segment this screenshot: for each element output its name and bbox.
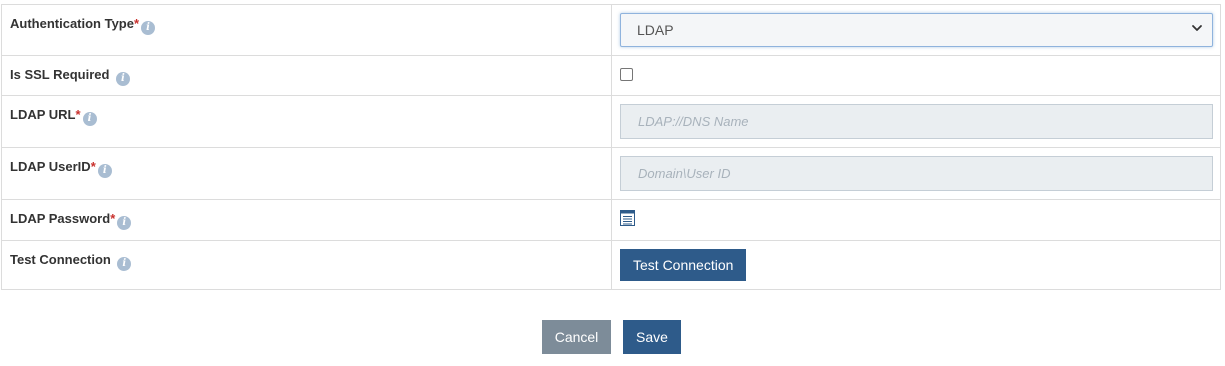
cancel-button[interactable]: Cancel [542,320,611,354]
ldap-userid-label: LDAP UserID [10,159,91,174]
field-cell: Test Connection [611,240,1221,290]
ssl-required-checkbox[interactable] [620,68,633,81]
row-ldap-userid: LDAP UserID* i Domain\User ID [1,147,1221,200]
info-icon[interactable]: i [117,257,132,271]
info-icon[interactable]: i [115,72,130,86]
required-asterisk: * [110,211,116,226]
row-test-connection: Test Connection i Test Connection [1,240,1221,290]
required-asterisk: * [133,16,140,31]
field-cell [611,55,1221,96]
authentication-type-label: Authentication Type [10,16,134,31]
row-authentication-type: Authentication Type* i LDAP [1,4,1221,56]
field-cell: Domain\User ID [611,147,1221,200]
label-cell: Test Connection i [1,240,612,290]
label-cell: LDAP UserID* i [1,147,612,200]
ldap-userid-input[interactable]: Domain\User ID [620,156,1213,191]
row-ssl-required: Is SSL Required i [1,55,1221,96]
ldap-password-label: LDAP Password [10,211,111,226]
field-cell: LDAP://DNS Name [611,95,1221,148]
label-cell: LDAP Password* i [1,199,612,241]
authentication-type-value[interactable]: LDAP [620,13,1213,47]
authentication-type-select[interactable]: LDAP [620,13,1213,47]
info-icon[interactable]: i [97,164,112,178]
label-cell: Authentication Type* i [1,4,612,56]
ssl-required-label: Is SSL Required [10,67,110,82]
info-icon[interactable]: i [141,21,156,35]
ldap-url-label: LDAP URL [10,107,76,122]
required-asterisk: * [90,159,96,174]
test-connection-label: Test Connection [10,252,111,267]
chevron-down-icon [1192,25,1202,31]
save-button[interactable]: Save [623,320,681,354]
ldap-url-input[interactable]: LDAP://DNS Name [620,104,1213,139]
required-asterisk: * [75,107,81,122]
row-ldap-url: LDAP URL* i LDAP://DNS Name [1,95,1221,148]
field-cell [611,199,1221,241]
password-field-icon[interactable] [620,210,635,226]
test-connection-button[interactable]: Test Connection [620,249,747,281]
label-cell: LDAP URL* i [1,95,612,148]
label-cell: Is SSL Required i [1,55,612,96]
row-ldap-password: LDAP Password* i [1,199,1221,241]
info-icon[interactable]: i [117,216,132,230]
ldap-settings-form: Authentication Type* i LDAP Is SSL Requir… [1,4,1221,290]
field-cell: LDAP [611,4,1221,56]
info-icon[interactable]: i [82,112,97,126]
